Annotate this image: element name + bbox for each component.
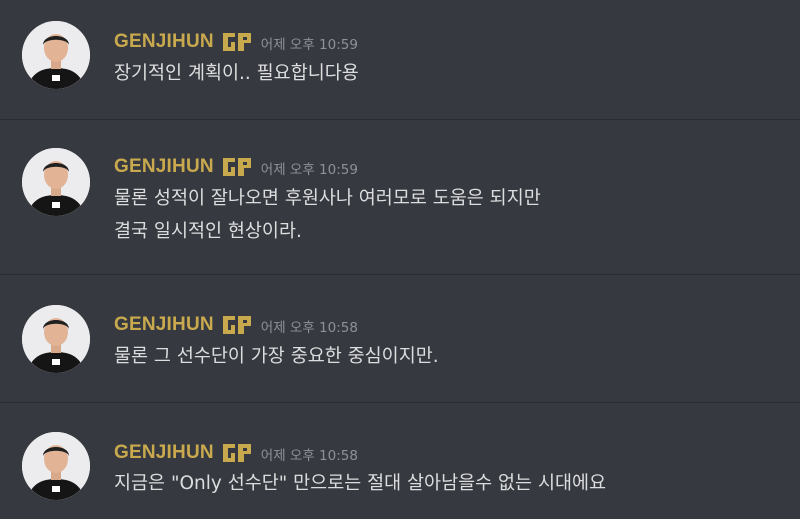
message-text: 장기적인 계획이.. 필요합니다용 xyxy=(114,63,359,84)
username[interactable]: GENJIHUN xyxy=(114,314,214,336)
message-divider xyxy=(0,402,800,403)
chat-message-list: GENJIHUN 어제 오후 10:59 장기적인 계획이.. 필요합니다용 G… xyxy=(0,0,800,519)
message-text: 물론 그 선수단이 가장 중요한 중심이지만. xyxy=(114,346,439,367)
timestamp: 어제 오후 10:58 xyxy=(260,448,358,464)
username[interactable]: GENJIHUN xyxy=(114,442,214,464)
geng-logo-icon[interactable] xyxy=(222,156,252,178)
message-text: 물론 성적이 잘나오면 후원사나 여러모로 도움은 되지만 xyxy=(114,188,541,209)
timestamp: 어제 오후 10:59 xyxy=(260,37,358,53)
message-divider xyxy=(0,119,800,120)
timestamp: 어제 오후 10:59 xyxy=(260,162,358,178)
message-divider xyxy=(0,274,800,275)
username[interactable]: GENJIHUN xyxy=(114,156,214,178)
avatar[interactable] xyxy=(22,305,90,373)
geng-logo-icon[interactable] xyxy=(222,314,252,336)
timestamp: 어제 오후 10:58 xyxy=(260,320,358,336)
message-text: 결국 일시적인 현상이라. xyxy=(114,221,302,242)
avatar[interactable] xyxy=(22,21,90,89)
avatar[interactable] xyxy=(22,148,90,216)
username[interactable]: GENJIHUN xyxy=(114,31,214,53)
avatar[interactable] xyxy=(22,432,90,500)
message-text: 지금은 "Only 선수단" 만으로는 절대 살아남을수 없는 시대에요 xyxy=(114,473,607,494)
geng-logo-icon[interactable] xyxy=(222,31,252,53)
geng-logo-icon[interactable] xyxy=(222,442,252,464)
